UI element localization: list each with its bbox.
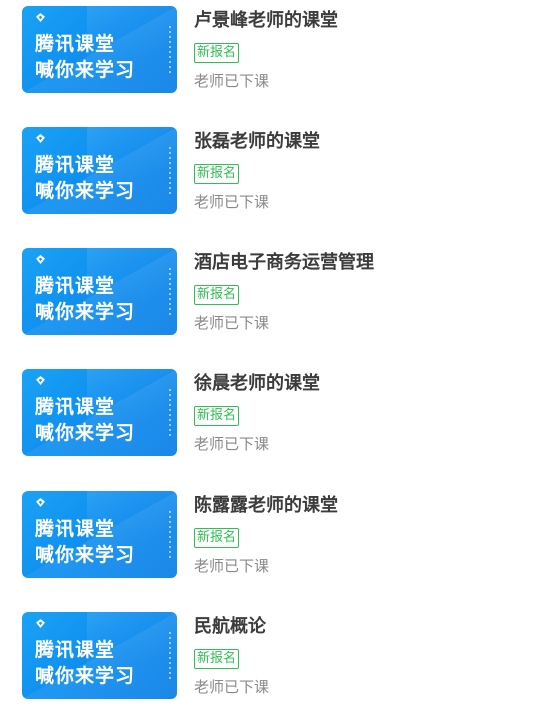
thumbnail-decoration — [169, 389, 171, 437]
thumbnail-text-line2: 喊你来学习 — [35, 59, 136, 81]
course-status: 老师已下课 — [194, 678, 270, 696]
new-enrollment-badge: 新报名 — [194, 649, 240, 669]
course-title[interactable]: 徐晨老师的课堂 — [194, 369, 320, 395]
new-enrollment-badge: 新报名 — [194, 528, 240, 548]
thumbnail-decoration — [169, 268, 171, 316]
thumbnail-text-line1: 腾讯课堂 — [35, 518, 116, 540]
course-status: 老师已下课 — [194, 314, 270, 332]
thumbnail-text-line1: 腾讯课堂 — [35, 275, 116, 297]
thumbnail-decoration — [169, 511, 171, 559]
thumbnail-text-line1: 腾讯课堂 — [35, 396, 116, 418]
thumbnail-text-line2: 喊你来学习 — [35, 301, 136, 323]
course-status: 老师已下课 — [194, 72, 270, 90]
new-enrollment-badge: 新报名 — [194, 164, 240, 184]
course-item[interactable]: 腾讯课堂 喊你来学习 张磊老师的课堂 新报名 老师已下课 — [0, 121, 553, 221]
course-item[interactable]: 腾讯课堂 喊你来学习 陈露露老师的课堂 新报名 老师已下课 — [0, 485, 553, 585]
course-item[interactable]: 腾讯课堂 喊你来学习 徐晨老师的课堂 新报名 老师已下课 — [0, 363, 553, 463]
thumbnail-text-line2: 喊你来学习 — [35, 544, 136, 566]
course-status: 老师已下课 — [194, 435, 270, 453]
course-item[interactable]: 腾讯课堂 喊你来学习 酒店电子商务运营管理 新报名 老师已下课 — [0, 242, 553, 342]
course-thumbnail[interactable]: 腾讯课堂 喊你来学习 — [22, 248, 177, 335]
thumbnail-text-line1: 腾讯课堂 — [35, 639, 116, 661]
thumbnail-text-line1: 腾讯课堂 — [35, 154, 116, 176]
tencent-classroom-logo-icon — [36, 134, 45, 143]
course-status: 老师已下课 — [194, 193, 270, 211]
course-thumbnail[interactable]: 腾讯课堂 喊你来学习 — [22, 612, 177, 699]
course-title[interactable]: 张磊老师的课堂 — [194, 127, 320, 153]
course-thumbnail[interactable]: 腾讯课堂 喊你来学习 — [22, 369, 177, 456]
new-enrollment-badge: 新报名 — [194, 406, 240, 426]
course-title[interactable]: 卢景峰老师的课堂 — [194, 6, 338, 32]
tencent-classroom-logo-icon — [36, 376, 45, 385]
thumbnail-decoration — [169, 147, 171, 195]
course-thumbnail[interactable]: 腾讯课堂 喊你来学习 — [22, 491, 177, 578]
thumbnail-text-line1: 腾讯课堂 — [35, 33, 116, 55]
course-title[interactable]: 酒店电子商务运营管理 — [194, 248, 374, 274]
course-status: 老师已下课 — [194, 557, 270, 575]
course-item[interactable]: 腾讯课堂 喊你来学习 民航概论 新报名 老师已下课 — [0, 606, 553, 706]
course-title[interactable]: 民航概论 — [194, 612, 266, 638]
tencent-classroom-logo-icon — [36, 619, 45, 628]
course-thumbnail[interactable]: 腾讯课堂 喊你来学习 — [22, 127, 177, 214]
tencent-classroom-logo-icon — [36, 13, 45, 22]
thumbnail-decoration — [169, 632, 171, 680]
tencent-classroom-logo-icon — [36, 498, 45, 507]
course-item[interactable]: 腾讯课堂 喊你来学习 卢景峰老师的课堂 新报名 老师已下课 — [0, 0, 553, 100]
new-enrollment-badge: 新报名 — [194, 285, 240, 305]
thumbnail-text-line2: 喊你来学习 — [35, 665, 136, 687]
course-title[interactable]: 陈露露老师的课堂 — [194, 491, 338, 517]
new-enrollment-badge: 新报名 — [194, 43, 240, 63]
thumbnail-text-line2: 喊你来学习 — [35, 180, 136, 202]
thumbnail-decoration — [169, 26, 171, 74]
tencent-classroom-logo-icon — [36, 255, 45, 264]
thumbnail-text-line2: 喊你来学习 — [35, 422, 136, 444]
course-thumbnail[interactable]: 腾讯课堂 喊你来学习 — [22, 6, 177, 93]
